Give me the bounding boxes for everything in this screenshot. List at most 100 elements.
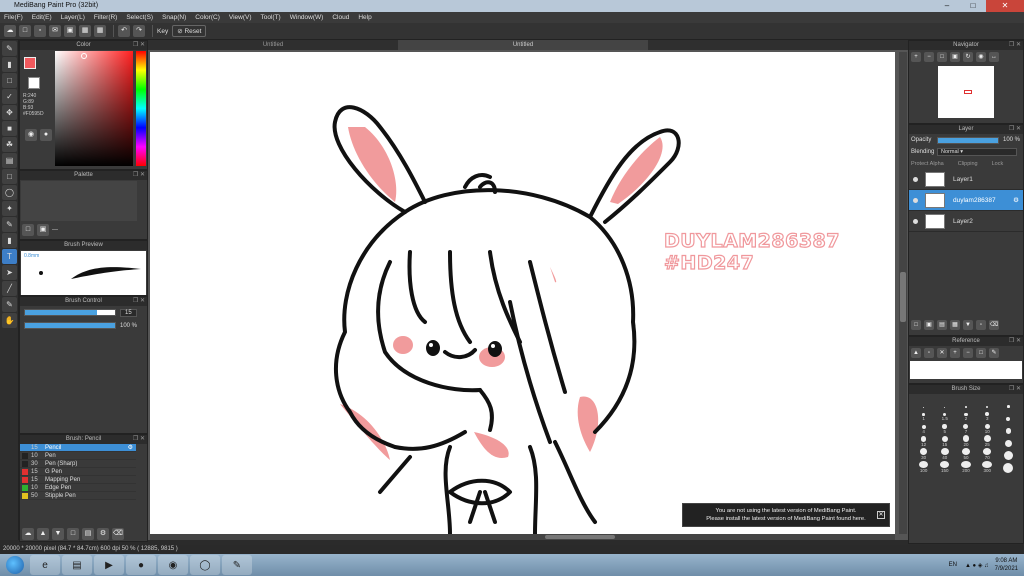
- trash-icon[interactable]: ⌫: [112, 528, 124, 540]
- bucket-tool-icon[interactable]: ☘: [2, 137, 17, 152]
- menu-item-toolt[interactable]: Tool(T): [261, 14, 281, 21]
- color-picker-cursor[interactable]: [81, 53, 87, 59]
- new-halftone-layer-icon[interactable]: ▣: [924, 320, 934, 330]
- maximize-button[interactable]: □: [960, 0, 986, 12]
- open-reference-icon[interactable]: ▲: [911, 348, 921, 358]
- brush-size-preset[interactable]: [998, 461, 1019, 473]
- brush-size-preset[interactable]: 300: [977, 461, 998, 473]
- brush-size-preset[interactable]: 25: [977, 435, 998, 447]
- brush-size-preset[interactable]: 100: [913, 461, 934, 473]
- redo-icon[interactable]: ↷: [133, 25, 145, 37]
- fill-rect-tool-icon[interactable]: ■: [2, 121, 17, 136]
- hand-tool-icon[interactable]: ✋: [2, 313, 17, 328]
- menu-item-filef[interactable]: File(F): [4, 14, 23, 21]
- vertical-scroll-thumb[interactable]: [900, 272, 906, 322]
- brush-size-preset[interactable]: 2: [955, 409, 976, 421]
- panel-menu-icon[interactable]: ❐ ✕: [133, 41, 145, 50]
- brush-size-preset[interactable]: [998, 448, 1019, 460]
- select-pen-tool-icon[interactable]: ✎: [2, 217, 17, 232]
- actual-size-icon[interactable]: ▣: [950, 52, 960, 62]
- brush-size-preset[interactable]: [998, 409, 1019, 421]
- menu-item-help[interactable]: Help: [358, 14, 371, 21]
- menu-item-layerl[interactable]: Layer(L): [61, 14, 85, 21]
- magic-wand-tool-icon[interactable]: ✦: [2, 201, 17, 216]
- layer-row[interactable]: Layer2: [909, 211, 1023, 232]
- gradient-tool-icon[interactable]: ▤: [2, 153, 17, 168]
- brush-size-preset[interactable]: [977, 396, 998, 408]
- menu-item-cloud[interactable]: Cloud: [332, 14, 349, 21]
- divide-tool-icon[interactable]: ╱: [2, 281, 17, 296]
- eyedropper-tool-icon[interactable]: ✎: [2, 297, 17, 312]
- minimize-button[interactable]: –: [934, 0, 960, 12]
- language-indicator[interactable]: EN: [949, 562, 957, 568]
- delete-layer-icon[interactable]: ⌫: [989, 320, 999, 330]
- operation-tool-icon[interactable]: ➤: [2, 265, 17, 280]
- chrome-icon[interactable]: ◉: [158, 555, 188, 575]
- brush-size-preset[interactable]: 200: [955, 461, 976, 473]
- brush-size-preset[interactable]: 1.5: [934, 409, 955, 421]
- reference-zoom-out-icon[interactable]: −: [963, 348, 973, 358]
- shape-tool-icon[interactable]: □: [2, 73, 17, 88]
- notice-close-icon[interactable]: ✕: [877, 511, 885, 519]
- reference-zoom-in-icon[interactable]: +: [950, 348, 960, 358]
- down-icon[interactable]: ▼: [52, 528, 64, 540]
- brush-size-preset[interactable]: [998, 396, 1019, 408]
- lock-checkbox[interactable]: Lock: [992, 161, 1004, 167]
- horizontal-scroll-thumb[interactable]: [545, 535, 615, 539]
- save-icon[interactable]: ▣: [64, 25, 76, 37]
- lasso-tool-icon[interactable]: ◯: [2, 185, 17, 200]
- undo-icon[interactable]: ↶: [118, 25, 130, 37]
- brush-size-preset[interactable]: 10: [977, 422, 998, 434]
- reset-rotate-icon[interactable]: ◉: [976, 52, 986, 62]
- folder-icon[interactable]: ▤: [82, 528, 94, 540]
- clipping-checkbox[interactable]: Clipping: [958, 161, 978, 167]
- chat-icon[interactable]: ▫: [34, 25, 46, 37]
- opacity-slider[interactable]: [937, 136, 999, 144]
- reference-eyedropper-icon[interactable]: ✎: [989, 348, 999, 358]
- layer-visibility-icon[interactable]: [913, 218, 918, 224]
- brush-size-preset[interactable]: 150: [934, 461, 955, 473]
- brush-size-preset[interactable]: 4: [913, 422, 934, 434]
- navigator-viewport[interactable]: [964, 90, 972, 94]
- mail-icon[interactable]: ✉: [49, 25, 61, 37]
- protect-alpha-checkbox[interactable]: Protect Alpha: [911, 161, 944, 167]
- move-tool-icon[interactable]: ✥: [2, 105, 17, 120]
- color-wheel-icon[interactable]: ◉: [25, 129, 37, 141]
- vertical-scrollbar[interactable]: [899, 52, 907, 534]
- close-button[interactable]: ✕: [986, 0, 1024, 12]
- brush-size-preset[interactable]: 3: [977, 409, 998, 421]
- brush-size-preset[interactable]: [998, 422, 1019, 434]
- brush-size-preset[interactable]: [998, 435, 1019, 447]
- reset-button[interactable]: ⊘ Reset: [172, 25, 207, 37]
- new-8bit-layer-icon[interactable]: ▤: [937, 320, 947, 330]
- eraser-tool-icon[interactable]: ▮: [2, 57, 17, 72]
- reference-fit-icon[interactable]: □: [976, 348, 986, 358]
- explorer-folder-icon[interactable]: ▤: [62, 555, 92, 575]
- grid-icon[interactable]: ▦: [94, 25, 106, 37]
- brush-size-preset[interactable]: [934, 396, 955, 408]
- panel-menu-icon[interactable]: ❐ ✕: [133, 435, 145, 444]
- brush-settings-icon[interactable]: ⚙: [128, 444, 133, 452]
- brush-opacity-slider[interactable]: [24, 322, 116, 329]
- brush-size-preset[interactable]: 40: [934, 448, 955, 460]
- brush-size-preset[interactable]: 15: [934, 435, 955, 447]
- settings-icon[interactable]: ⚙: [97, 528, 109, 540]
- paint-icon[interactable]: ✎: [222, 555, 252, 575]
- panel-menu-icon[interactable]: ❐ ✕: [133, 171, 145, 180]
- brush-size-preset[interactable]: 20: [955, 435, 976, 447]
- menu-item-viewv[interactable]: View(V): [229, 14, 252, 21]
- tab-untitled-1[interactable]: Untitled: [148, 40, 398, 50]
- zoom-out-icon[interactable]: −: [924, 52, 934, 62]
- hue-slider[interactable]: [136, 51, 146, 166]
- panel-menu-icon[interactable]: ❐ ✕: [1009, 385, 1021, 394]
- palette-swatch-area[interactable]: [21, 181, 137, 221]
- brush-size-value[interactable]: 15: [120, 308, 137, 317]
- check-tool-icon[interactable]: ✓: [2, 89, 17, 104]
- brush-size-preset[interactable]: 30: [913, 448, 934, 460]
- brush-size-preset[interactable]: 7: [955, 422, 976, 434]
- brush-size-preset[interactable]: 70: [977, 448, 998, 460]
- drawing-canvas[interactable]: DUYLAM286387 #HD247: [150, 52, 895, 534]
- layer-visibility-icon[interactable]: [913, 176, 918, 182]
- brush-size-preset[interactable]: 5: [934, 422, 955, 434]
- saturation-value-picker[interactable]: [55, 51, 133, 166]
